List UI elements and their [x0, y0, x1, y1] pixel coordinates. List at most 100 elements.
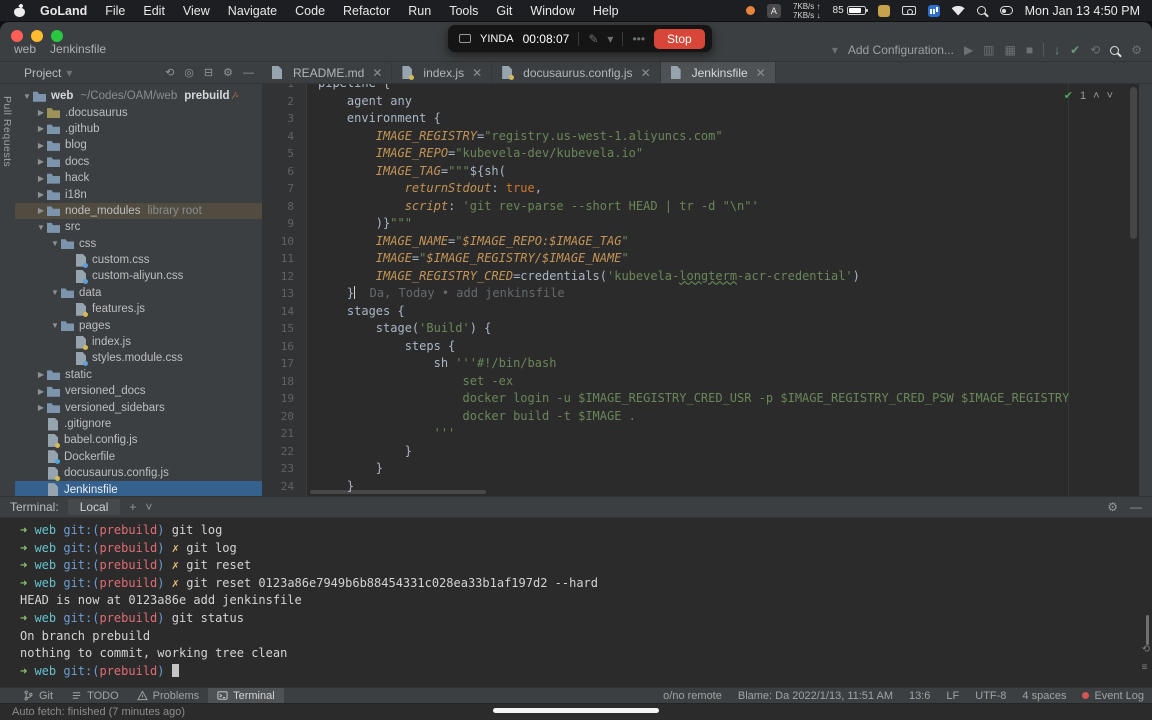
close-tab-icon[interactable]: ✕: [372, 66, 382, 80]
close-tab-icon[interactable]: ✕: [472, 66, 482, 80]
menu-view[interactable]: View: [174, 4, 219, 18]
vcs-history-icon[interactable]: ⟲: [1090, 43, 1100, 57]
tree-item-web[interactable]: ▼web~/Codes/OAM/webprebuild⁄◦: [15, 88, 262, 104]
add-configuration-button[interactable]: Add Configuration...: [848, 43, 954, 57]
stop-icon[interactable]: ■: [1026, 43, 1033, 57]
tree-item-data[interactable]: ▼data: [15, 285, 262, 301]
network-speed-indicator[interactable]: 7KB/s ↑7KB/s ↓: [793, 2, 821, 20]
editor-horizontal-scrollbar[interactable]: [310, 490, 486, 494]
pencil-icon[interactable]: ✎: [588, 32, 598, 46]
tree-item-versioned-sidebars[interactable]: ▶versioned_sidebars: [15, 399, 262, 415]
menu-help[interactable]: Help: [584, 4, 628, 18]
next-problem-icon[interactable]: ˅: [1107, 90, 1113, 102]
collapse-all-icon[interactable]: ⊟: [204, 66, 213, 79]
menu-file[interactable]: File: [96, 4, 134, 18]
file-encoding[interactable]: UTF-8: [975, 690, 1006, 702]
menu-git[interactable]: Git: [487, 4, 521, 18]
battery-indicator[interactable]: 85: [833, 5, 866, 16]
settings-gear-icon[interactable]: ⚙: [223, 66, 233, 79]
profile-icon[interactable]: ▦: [1005, 43, 1016, 57]
list-icon[interactable]: ≡: [1142, 662, 1150, 673]
tree-item-docusaurus-config-js[interactable]: docusaurus.config.js: [15, 465, 262, 481]
tree-item-dockerfile[interactable]: Dockerfile: [15, 449, 262, 465]
tree-item-static[interactable]: ▶static: [15, 367, 262, 383]
history-icon[interactable]: ⟲: [1142, 644, 1150, 655]
terminal-tab-local[interactable]: Local: [68, 499, 121, 515]
tree-item-docusaurus[interactable]: ▶.docusaurus: [15, 104, 262, 120]
tree-item-index-js[interactable]: index.js: [15, 334, 262, 350]
tree-item-gitignore[interactable]: .gitignore: [15, 416, 262, 432]
caret-position[interactable]: 13:6: [909, 690, 930, 702]
wifi-icon[interactable]: [952, 6, 965, 16]
tree-item-babel-config-js[interactable]: babel.config.js: [15, 432, 262, 448]
toolwindow-tab-problems[interactable]: Problems: [128, 688, 208, 703]
editor-tab-docusaurus-config-js[interactable]: docusaurus.config.js✕: [492, 62, 660, 83]
tree-item-pages[interactable]: ▼pages: [15, 317, 262, 333]
more-options-icon[interactable]: •••: [632, 32, 645, 46]
vcs-update-icon[interactable]: ↓: [1054, 43, 1060, 57]
menu-run[interactable]: Run: [399, 4, 440, 18]
locate-file-icon[interactable]: ◎: [184, 66, 194, 79]
run-icon[interactable]: ▶: [964, 43, 973, 57]
terminal-output[interactable]: ➜ web git:(prebuild) git log➜ web git:(p…: [0, 518, 1152, 687]
minimize-panel-icon[interactable]: —: [1130, 500, 1142, 514]
editor-tab-readme-md[interactable]: README.md✕: [262, 62, 392, 83]
code-editor[interactable]: 1pipeline {2 agent any3 environment {4 I…: [262, 84, 1139, 496]
tree-item-node-modules[interactable]: ▶node_moduleslibrary root: [15, 203, 262, 219]
tree-item-jenkinsfile[interactable]: Jenkinsfile: [15, 481, 262, 496]
tree-item-css[interactable]: ▼css: [15, 236, 262, 252]
line-separator[interactable]: LF: [946, 690, 959, 702]
search-everywhere-icon[interactable]: [1110, 46, 1119, 55]
apple-menu-icon[interactable]: [14, 4, 25, 17]
control-center-icon[interactable]: [1000, 6, 1013, 15]
chevron-down-icon[interactable]: ˅: [145, 500, 152, 514]
stats-icon[interactable]: [928, 5, 940, 17]
inspections-widget[interactable]: ✔ 1 ˄ ˅: [1064, 89, 1113, 102]
stop-recording-button[interactable]: Stop: [654, 29, 705, 49]
prev-problem-icon[interactable]: ˄: [1093, 90, 1099, 102]
blame-info[interactable]: Blame: Da 2022/1/13, 11:51 AM: [738, 690, 893, 702]
git-remote-widget[interactable]: o/no remote: [663, 690, 722, 702]
editor-tab-jenkinsfile[interactable]: Jenkinsfile✕: [661, 62, 776, 83]
chevron-down-icon[interactable]: ▾: [66, 66, 72, 80]
titlebar-project-label[interactable]: web: [14, 42, 36, 56]
menubar-clock[interactable]: Mon Jan 13 4:50 PM: [1025, 4, 1140, 18]
titlebar-file-label[interactable]: Jenkinsfile: [50, 42, 106, 56]
debug-icon[interactable]: ▥: [983, 43, 994, 57]
project-view-selector[interactable]: Project: [24, 66, 61, 80]
editor-tab-index-js[interactable]: index.js✕: [392, 62, 492, 83]
chevron-down-icon[interactable]: ▾: [832, 43, 838, 57]
hide-panel-icon[interactable]: —: [243, 67, 254, 79]
tree-item-hack[interactable]: ▶hack: [15, 170, 262, 186]
settings-gear-icon[interactable]: ⚙: [1131, 43, 1142, 57]
menu-navigate[interactable]: Navigate: [219, 4, 286, 18]
spotlight-search-icon[interactable]: [977, 6, 986, 15]
tree-item-docs[interactable]: ▶docs: [15, 154, 262, 170]
toolwindow-tab-terminal[interactable]: Terminal: [208, 688, 284, 703]
toolwindow-tab-todo[interactable]: TODO: [62, 688, 128, 703]
menu-goland[interactable]: GoLand: [31, 4, 96, 18]
menu-edit[interactable]: Edit: [134, 4, 174, 18]
pull-requests-stripe-button[interactable]: Pull Requests: [1, 96, 13, 167]
tree-item-versioned-docs[interactable]: ▶versioned_docs: [15, 383, 262, 399]
tree-item-features-js[interactable]: features.js: [15, 301, 262, 317]
tree-item-custom-css[interactable]: custom.css: [15, 252, 262, 268]
event-log-widget[interactable]: Event Log: [1082, 690, 1144, 702]
tree-item-styles-module-css[interactable]: styles.module.css: [15, 350, 262, 366]
close-tab-icon[interactable]: ✕: [756, 66, 766, 80]
close-tab-icon[interactable]: ✕: [641, 66, 651, 80]
menubar-utility-icon[interactable]: [878, 5, 890, 17]
tree-item-custom-aliyun-css[interactable]: custom-aliyun.css: [15, 268, 262, 284]
vcs-commit-icon[interactable]: ✔: [1070, 43, 1080, 57]
camera-icon[interactable]: [902, 6, 916, 15]
new-session-icon[interactable]: +: [129, 500, 136, 514]
terminal-scrollbar[interactable]: [1146, 615, 1149, 645]
input-source-icon[interactable]: A: [767, 4, 781, 18]
toolwindow-tab-git[interactable]: Git: [14, 688, 62, 703]
tree-item-src[interactable]: ▼src: [15, 219, 262, 235]
editor-vertical-scrollbar[interactable]: [1130, 87, 1137, 239]
chevron-down-icon[interactable]: ▾: [607, 32, 613, 46]
tree-item-i18n[interactable]: ▶i18n: [15, 186, 262, 202]
screen-recording-indicator-icon[interactable]: [746, 6, 755, 15]
menu-window[interactable]: Window: [521, 4, 583, 18]
